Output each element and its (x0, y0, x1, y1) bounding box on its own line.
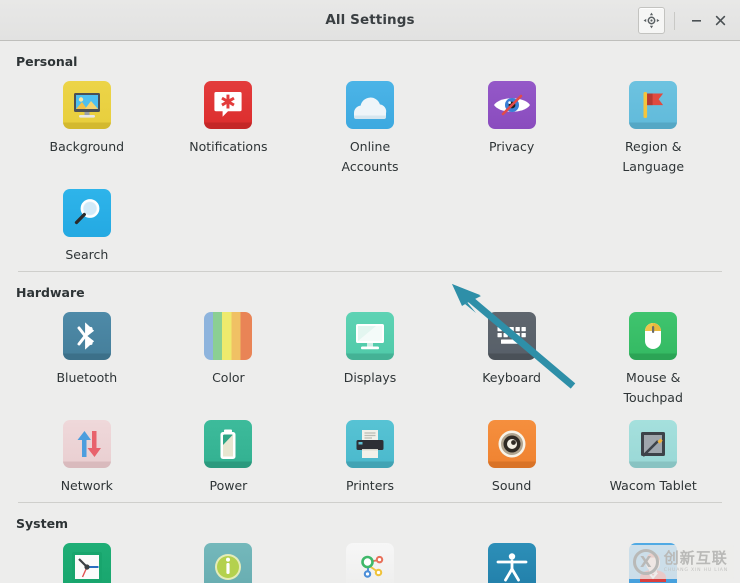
close-button[interactable] (708, 9, 732, 33)
tile-power[interactable]: Power (158, 410, 300, 502)
window-title: All Settings (325, 12, 415, 28)
keyboard-icon (487, 312, 536, 360)
color-icon (204, 312, 253, 360)
background-icon (62, 81, 111, 129)
sound-icon (487, 420, 536, 468)
tile-label: Background (49, 139, 125, 154)
tile-label: Network (60, 478, 113, 493)
tile-region-language[interactable]: Region & Language (582, 71, 724, 179)
tile-label: Online Accounts (341, 139, 399, 174)
tile-label: Printers (345, 478, 395, 493)
tile-online-accounts[interactable]: Online Accounts (299, 71, 441, 179)
tile-search[interactable]: Search (16, 179, 158, 271)
tile-privacy[interactable]: Privacy (441, 71, 583, 179)
tile-date-time[interactable]: Date & Time (16, 533, 158, 583)
tile-label: Keyboard (482, 370, 541, 385)
tile-label: Privacy (488, 139, 535, 154)
watermark-text: 创新互联 CHUANG XIN HU LIAN (663, 548, 728, 574)
tile-network[interactable]: Network (16, 410, 158, 502)
bluetooth-icon (62, 312, 111, 360)
tile-printers[interactable]: Printers (299, 410, 441, 502)
tile-wacom-tablet[interactable]: Wacom Tablet (582, 410, 724, 502)
tile-background[interactable]: Background (16, 71, 158, 179)
tile-bluetooth[interactable]: Bluetooth (16, 302, 158, 410)
tile-label: Displays (343, 370, 397, 385)
wacom-tablet-icon (629, 420, 678, 468)
date-time-icon (62, 543, 111, 583)
printers-icon (345, 420, 394, 468)
section-title-personal: Personal (16, 54, 78, 69)
tile-sound[interactable]: Sound (441, 410, 583, 502)
tile-universal-access[interactable]: UniversalAccess (441, 533, 583, 583)
tile-label: Mouse & Touchpad (623, 370, 683, 405)
section-system: System Date & Time (16, 503, 724, 583)
tile-sharing[interactable]: Sharing (299, 533, 441, 583)
tile-label: Region & Language (622, 139, 685, 174)
tile-details[interactable]: Details (158, 533, 300, 583)
section-hardware: Hardware Bluetooth Color Displays Keyboa… (16, 272, 724, 502)
tile-label: Wacom Tablet (609, 478, 697, 493)
titlebar-controls (638, 0, 732, 41)
universal-access-icon (487, 543, 536, 583)
tile-color[interactable]: Color (158, 302, 300, 410)
svg-text:✱: ✱ (220, 92, 236, 114)
privacy-icon (487, 81, 536, 129)
settings-content: Personal Background ✱ Notifications Onli… (0, 41, 740, 583)
all-settings-window: All Settings Personal Background ✱ Notif… (0, 0, 740, 583)
minimize-button[interactable] (684, 9, 708, 33)
tile-notifications[interactable]: ✱ Notifications (158, 71, 300, 179)
tile-displays[interactable]: Displays (299, 302, 441, 410)
all-settings-button[interactable] (638, 7, 665, 34)
minimize-icon (691, 20, 701, 22)
tile-label: Power (209, 478, 248, 493)
power-icon (204, 420, 253, 468)
mouse-touchpad-icon (629, 312, 678, 360)
watermark-text-cn: 创新互联 (663, 548, 728, 567)
tile-label: Search (65, 247, 109, 262)
section-personal: Personal Background ✱ Notifications Onli… (16, 41, 724, 271)
close-icon (715, 15, 725, 26)
watermark-logo-icon: X (632, 549, 659, 575)
grid-hardware: Bluetooth Color Displays Keyboard Mouse … (16, 302, 724, 502)
tile-label: Bluetooth (56, 370, 118, 385)
search-icon (62, 189, 111, 237)
target-crosshair-icon (643, 12, 660, 29)
tile-label: Notifications (189, 139, 268, 154)
tile-mouse-touchpad[interactable]: Mouse & Touchpad (582, 302, 724, 410)
tile-label: Color (212, 370, 245, 385)
tile-label: Sound (491, 478, 532, 493)
online-accounts-icon (345, 81, 394, 129)
region-language-icon (629, 81, 678, 129)
grid-personal: Background ✱ Notifications Online Accoun… (16, 71, 724, 271)
watermark: X 创新互联 CHUANG XIN HU LIAN (627, 545, 734, 579)
details-icon (204, 543, 253, 583)
section-title-hardware: Hardware (16, 285, 85, 300)
grid-system: Date & Time Details (16, 533, 724, 583)
titlebar-separator (674, 11, 675, 30)
sharing-icon (345, 543, 394, 583)
notifications-icon: ✱ (204, 81, 253, 129)
displays-icon (345, 312, 394, 360)
network-icon (62, 420, 111, 468)
section-title-system: System (16, 516, 69, 531)
watermark-text-en: CHUANG XIN HU LIAN (663, 567, 728, 573)
titlebar: All Settings (0, 0, 740, 41)
tile-keyboard[interactable]: Keyboard (441, 302, 583, 410)
